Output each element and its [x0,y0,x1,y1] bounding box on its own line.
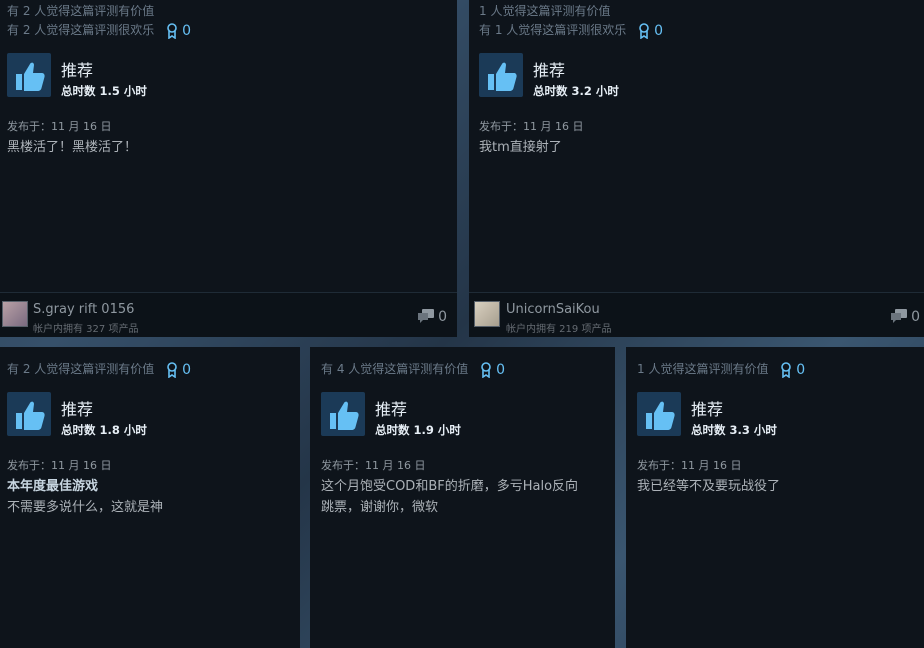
review-text-body: 不需要多说什么，这就是神 [7,500,164,515]
helpful-count-text: 有 2 人觉得这篇评测有价值 [7,362,155,376]
review-text: 我已经等不及要玩战役了 [637,479,781,494]
comment-count: 0 [911,309,920,325]
playtime-hours: 总时数 3.2 小时 [533,84,619,98]
posted-date: 发布于：11 月 16 日 [7,459,112,472]
thumbs-up-icon [7,53,51,97]
thumbs-up-icon [7,392,51,436]
helpful-count: 有 2 人觉得这篇评测有价值 [7,4,155,18]
award-icon[interactable] [166,361,178,378]
products-owned: 帐户内拥有 219 项产品 [506,324,612,335]
award-count: 0 [182,22,192,39]
award-icon[interactable] [780,361,792,378]
products-owned: 帐户内拥有 327 项产品 [33,324,139,335]
avatar[interactable] [2,301,28,327]
comment-icon [891,309,908,323]
review-verdict[interactable]: 推荐 [61,400,93,420]
avatar[interactable] [474,301,500,327]
review-text-bold: 本年度最佳游戏 [7,476,163,497]
award-count: 0 [796,361,806,378]
review-card: 1 人觉得这篇评测有价值 有 1 人觉得这篇评测很欢乐 0 推荐 总时数 3.2… [469,0,924,337]
funny-count: 有 2 人觉得这篇评测很欢乐 0 [7,21,191,40]
playtime-hours: 总时数 3.3 小时 [691,423,777,437]
playtime-hours: 总时数 1.8 小时 [61,423,147,437]
thumbs-up-icon [637,392,681,436]
review-verdict[interactable]: 推荐 [533,61,565,81]
posted-date: 发布于：11 月 16 日 [479,120,584,133]
review-text: 这个月饱受COD和BF的折磨，多亏Halo反向 跳票，谢谢你，微软 [321,476,609,518]
award-icon[interactable] [638,22,650,39]
review-verdict[interactable]: 推荐 [375,400,407,420]
thumbs-up-icon [321,392,365,436]
review-verdict[interactable]: 推荐 [691,400,723,420]
funny-count-text: 有 1 人觉得这篇评测很欢乐 [479,23,627,37]
review-card: 有 2 人觉得这篇评测有价值 有 2 人觉得这篇评测很欢乐 0 推荐 总时数 1… [0,0,457,337]
award-count: 0 [496,361,506,378]
comment-icon [418,309,435,323]
review-text: 本年度最佳游戏 不需要多说什么，这就是神 [7,476,163,518]
funny-count: 有 1 人觉得这篇评测很欢乐 0 [479,21,663,40]
award-icon[interactable] [480,361,492,378]
award-count: 0 [654,22,664,39]
review-footer: S.gray rift 0156 帐户内拥有 327 项产品 0 [0,292,457,337]
comment-count: 0 [438,309,447,325]
review-card: 有 4 人觉得这篇评测有价值 0 推荐 总时数 1.9 小时 发布于：11 月 … [310,347,615,648]
funny-count-text: 有 2 人觉得这篇评测很欢乐 [7,23,155,37]
posted-date: 发布于：11 月 16 日 [7,120,112,133]
helpful-count: 1 人觉得这篇评测有价值 [479,4,611,18]
comment-button[interactable]: 0 [418,309,447,325]
helpful-count: 有 4 人觉得这篇评测有价值 0 [321,360,505,379]
review-verdict[interactable]: 推荐 [61,61,93,81]
award-count: 0 [182,361,192,378]
review-text-line: 这个月饱受COD和BF的折磨，多亏Halo反向 [321,479,579,494]
review-text: 我tm直接射了 [479,140,562,155]
helpful-count: 有 2 人觉得这篇评测有价值 0 [7,360,191,379]
comment-button[interactable]: 0 [891,309,920,325]
helpful-count: 1 人觉得这篇评测有价值 0 [637,360,805,379]
username[interactable]: UnicornSaiKou [506,302,600,317]
helpful-count-text: 1 人觉得这篇评测有价值 [637,362,769,376]
review-text-line: 跳票，谢谢你，微软 [321,500,439,515]
posted-date: 发布于：11 月 16 日 [637,459,742,472]
review-footer: UnicornSaiKou 帐户内拥有 219 项产品 0 [469,292,924,337]
review-card: 有 2 人觉得这篇评测有价值 0 推荐 总时数 1.8 小时 发布于：11 月 … [0,347,300,648]
award-icon[interactable] [166,22,178,39]
playtime-hours: 总时数 1.5 小时 [61,84,147,98]
posted-date: 发布于：11 月 16 日 [321,459,426,472]
thumbs-up-icon [479,53,523,97]
playtime-hours: 总时数 1.9 小时 [375,423,461,437]
helpful-count-text: 有 4 人觉得这篇评测有价值 [321,362,469,376]
review-card: 1 人觉得这篇评测有价值 0 推荐 总时数 3.3 小时 发布于：11 月 16… [626,347,924,648]
review-text-bold-content: 本年度最佳游戏 [7,479,99,494]
review-text: 黑楼活了！黑楼活了！ [7,140,138,155]
username[interactable]: S.gray rift 0156 [33,302,134,317]
